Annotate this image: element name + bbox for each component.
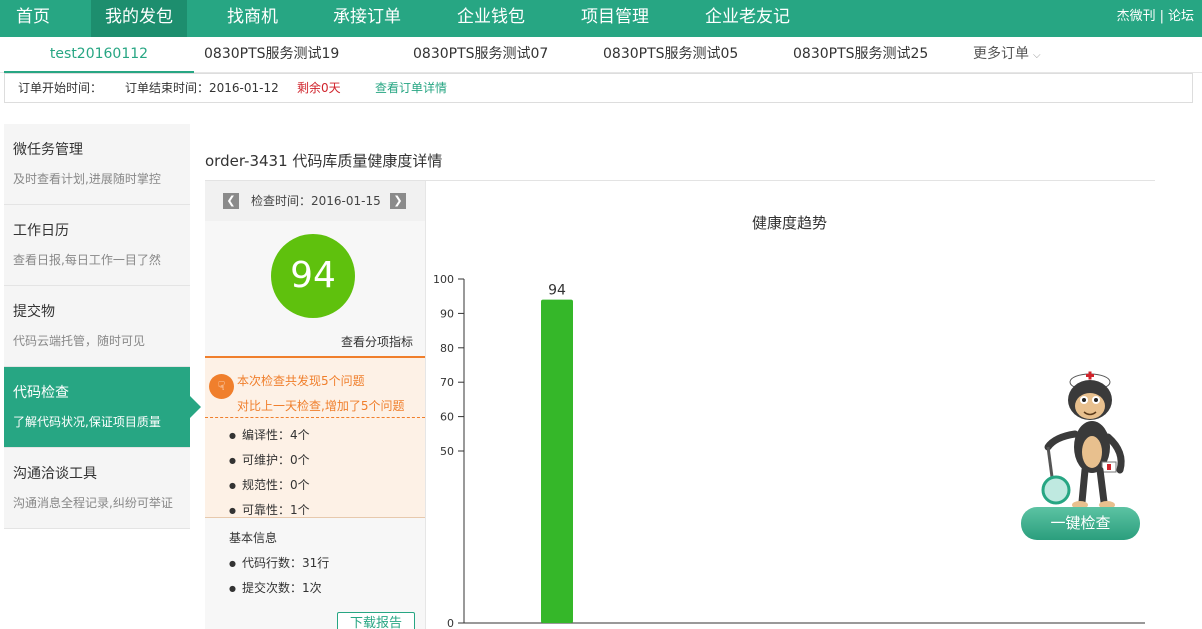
- order-tab-test20160112[interactable]: test20160112: [4, 37, 194, 73]
- chevron-down-icon: ⌵: [1033, 50, 1041, 61]
- one-click-check-button[interactable]: 一键检查: [1021, 507, 1140, 540]
- nav-home[interactable]: 首页: [4, 0, 62, 37]
- forum-link[interactable]: 论坛: [1168, 9, 1194, 24]
- nav-wallet[interactable]: 企业钱包: [445, 0, 537, 37]
- user-area: 杰微刊 | 论坛: [1117, 0, 1194, 33]
- order-tab-05[interactable]: 0830PTS服务测试05: [603, 37, 738, 73]
- order-detail-link[interactable]: 查看订单详情: [375, 74, 447, 102]
- more-orders-label: 更多订单: [973, 46, 1029, 62]
- order-end-value: 2016-01-12: [209, 81, 279, 95]
- chart-bar: [541, 299, 573, 623]
- chart-bar-data-label: 94: [548, 283, 566, 299]
- top-nav: 首页 我的发包 找商机 承接订单 企业钱包 项目管理 企业老友记 杰微刊 | 论坛: [0, 0, 1202, 37]
- order-tabs: test20160112 0830PTS服务测试19 0830PTS服务测试07…: [0, 37, 1202, 73]
- sidebar-item-title: 代码检查: [13, 385, 69, 401]
- basic-info-title: 基本信息: [229, 531, 278, 545]
- order-info-bar: 订单开始时间： 订单结束时间： 2016-01-12 剩余0天 查看订单详情: [4, 73, 1193, 103]
- check-date-bar: ❮ 检查时间：2016-01-15 ❯: [205, 181, 425, 221]
- chart-title: 健康度趋势: [752, 214, 828, 232]
- y-tick-label: 70: [440, 376, 454, 389]
- sidebar-item-title: 工作日历: [13, 223, 69, 239]
- sidebar-item-title: 沟通洽谈工具: [13, 466, 97, 482]
- sidebar-item-code-check[interactable]: 代码检查 了解代码状况,保证项目质量: [4, 367, 201, 448]
- sidebar-item-deliverables[interactable]: 提交物 代码云端托管，随时可见: [4, 286, 190, 367]
- issue-item-compile: 编译性：4个: [229, 426, 310, 443]
- user-separator: |: [1159, 9, 1164, 24]
- nav-my-packages[interactable]: 我的发包: [91, 0, 187, 37]
- order-tab-25[interactable]: 0830PTS服务测试25: [793, 37, 928, 73]
- y-tick-label: 80: [440, 342, 454, 355]
- remaining-days: 剩余0天: [297, 81, 341, 95]
- next-date-button[interactable]: ❯: [390, 193, 406, 209]
- nav-find-business[interactable]: 找商机: [215, 0, 290, 37]
- prev-date-button[interactable]: ❮: [223, 193, 239, 209]
- thumbs-down-icon: ☟: [209, 374, 234, 399]
- sidebar-item-desc: 沟通消息全程记录,纠纷可举证: [13, 496, 173, 510]
- download-report-button[interactable]: 下载报告: [337, 612, 415, 629]
- sidebar-item-title: 微任务管理: [13, 142, 83, 158]
- health-score: 94: [271, 234, 355, 318]
- issue-item-maintainability: 可维护：0个: [229, 451, 310, 468]
- issue-compare: 对比上一天检查,增加了5个问题: [237, 399, 405, 413]
- sidebar-item-desc: 查看日报,每日工作一目了然: [13, 253, 161, 267]
- issue-item-standards: 规范性：0个: [229, 476, 310, 493]
- view-sub-indicators-link[interactable]: 查看分项指标: [341, 333, 413, 350]
- sidebar-item-desc: 及时查看计划,进展随时掌控: [13, 172, 161, 186]
- check-date-label: 检查时间：2016-01-15: [251, 194, 381, 208]
- nav-project-management[interactable]: 项目管理: [569, 0, 661, 37]
- y-tick-label: 50: [440, 445, 454, 458]
- order-end-label: 订单结束时间：: [125, 81, 210, 95]
- sidebar-item-work-calendar[interactable]: 工作日历 查看日报,每日工作一目了然: [4, 205, 190, 286]
- sidebar-item-desc: 代码云端托管，随时可见: [13, 334, 146, 348]
- sidebar: 微任务管理 及时查看计划,进展随时掌控 工作日历 查看日报,每日工作一目了然 提…: [4, 124, 201, 529]
- sidebar-item-desc: 了解代码状况,保证项目质量: [13, 415, 161, 429]
- sidebar-item-micro-tasks[interactable]: 微任务管理 及时查看计划,进展随时掌控: [4, 124, 190, 205]
- user-name-link[interactable]: 杰微刊: [1117, 9, 1156, 24]
- issue-summary: 本次检查共发现5个问题: [237, 374, 365, 388]
- order-start-label: 订单开始时间：: [18, 81, 103, 95]
- sidebar-item-title: 提交物: [13, 304, 55, 320]
- basic-info-lines: 代码行数：31行: [229, 554, 329, 571]
- issue-item-reliability: 可靠性：1个: [229, 501, 310, 518]
- y-tick-label: 60: [440, 411, 454, 424]
- sidebar-item-communication[interactable]: 沟通洽谈工具 沟通消息全程记录,纠纷可举证: [4, 448, 190, 529]
- nav-accept-orders[interactable]: 承接订单: [321, 0, 413, 37]
- y-tick-label: 90: [440, 307, 454, 320]
- y-tick-label: 100: [433, 273, 454, 286]
- issues-dashed-divider: [205, 417, 425, 418]
- order-tab-07[interactable]: 0830PTS服务测试07: [413, 37, 548, 73]
- y-tick-label: 0: [447, 617, 454, 629]
- issues-box: ☟ 本次检查共发现5个问题 对比上一天检查,增加了5个问题 编译性：4个 可维护…: [205, 356, 425, 518]
- nav-enterprise-friends[interactable]: 企业老友记: [693, 0, 802, 37]
- basic-info-commits: 提交次数：1次: [229, 579, 322, 596]
- mascot-doctor-icon: [1041, 371, 1125, 509]
- page-title: order-3431 代码库质量健康度详情: [205, 152, 443, 170]
- check-panel: ❮ 检查时间：2016-01-15 ❯ 94 查看分项指标 ☟ 本次检查共发现5…: [205, 181, 426, 629]
- more-orders-dropdown[interactable]: 更多订单 ⌵: [973, 37, 1041, 73]
- order-tab-19[interactable]: 0830PTS服务测试19: [204, 37, 339, 73]
